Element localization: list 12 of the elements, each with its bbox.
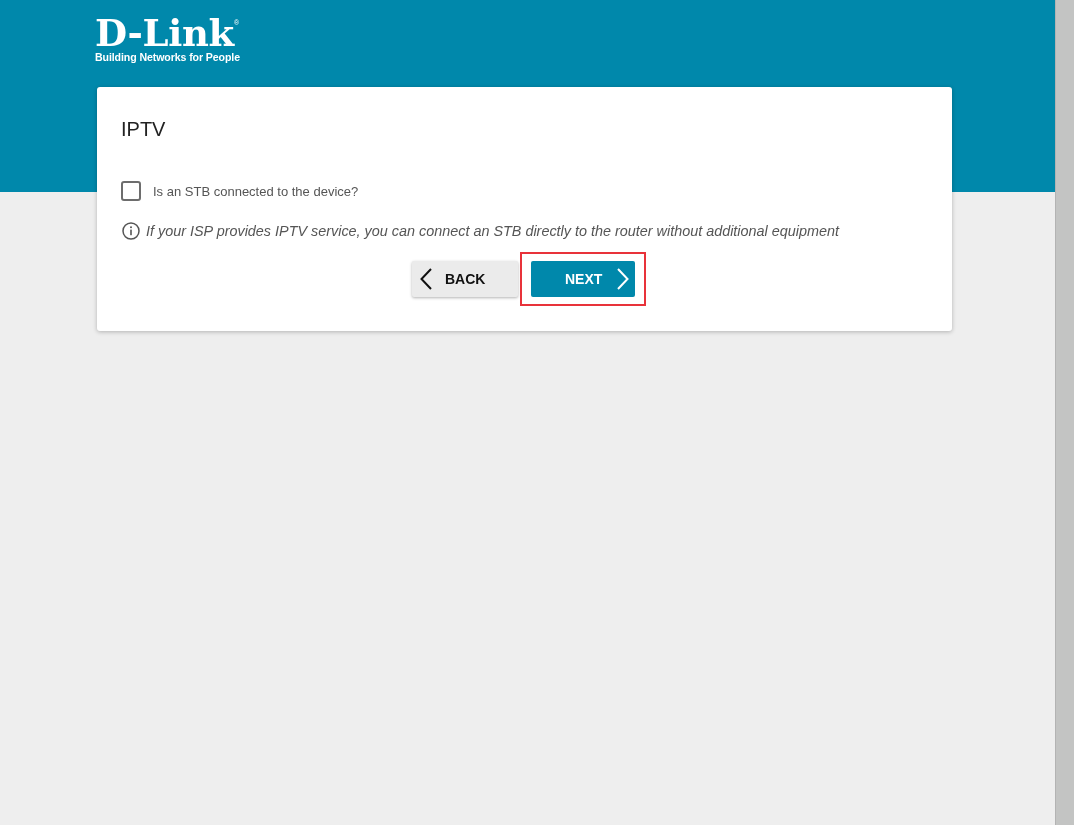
checkbox[interactable]: [121, 181, 141, 201]
checkbox-label[interactable]: Is an STB connected to the device?: [153, 183, 359, 199]
info-text: If your ISP provides IPTV service, you can connect an STB directly to the router without additional equipment: [146, 223, 839, 239]
logo-tagline: Building Networks for People: [95, 51, 240, 63]
next-button[interactable]: NEXT: [531, 261, 635, 297]
card-title: IPTV: [121, 117, 166, 142]
chevron-right-icon: [617, 268, 630, 290]
info-icon: [122, 222, 140, 240]
logo-wordmark: D-Link: [95, 16, 234, 51]
scrollbar[interactable]: [1055, 0, 1074, 825]
chevron-left-icon: [420, 268, 432, 290]
back-button[interactable]: BACK: [412, 261, 518, 297]
